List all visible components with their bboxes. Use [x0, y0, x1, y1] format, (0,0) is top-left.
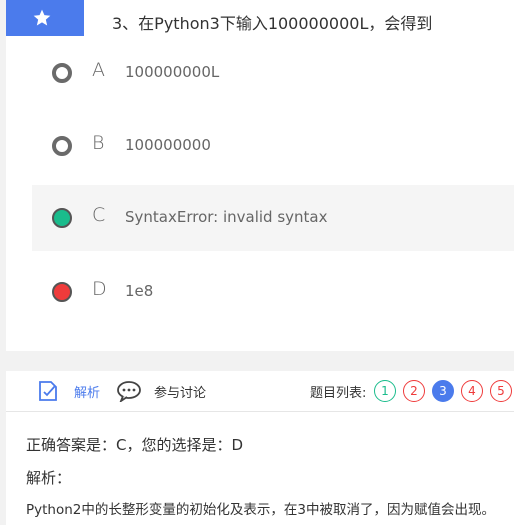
radio-a[interactable] [52, 63, 72, 83]
radio-c[interactable] [52, 208, 72, 228]
analysis-icon[interactable] [36, 379, 60, 407]
question-card: 3、在Python3下输入100000000L，会得到 A 100000000L… [6, 0, 514, 351]
panel-tabs: 解析 参与讨论 题目列表: 1 2 3 4 5 [6, 371, 514, 412]
option-b[interactable]: B 100000000 [32, 113, 514, 179]
analysis-heading: 解析： [26, 469, 72, 487]
option-text: 100000000L [125, 63, 220, 81]
answer-summary: 正确答案是：C，您的选择是：D [26, 436, 244, 454]
question-number-4[interactable]: 4 [461, 380, 483, 402]
favorite-tab[interactable] [6, 0, 84, 36]
option-d[interactable]: D 1e8 [32, 259, 514, 325]
star-icon[interactable] [32, 8, 52, 28]
question-number-5[interactable]: 5 [490, 380, 512, 402]
question-number-2[interactable]: 2 [403, 380, 425, 402]
option-a[interactable]: A 100000000L [32, 40, 514, 106]
option-letter: B [92, 132, 105, 154]
tab-discuss[interactable]: 参与讨论 [154, 382, 206, 401]
option-letter: D [92, 278, 107, 300]
option-letter: C [92, 204, 106, 226]
option-text: 1e8 [125, 282, 154, 300]
analysis-panel: 解析 参与讨论 题目列表: 1 2 3 4 5 正确答案是：C，您的选择是：D … [6, 371, 514, 525]
option-text: 100000000 [125, 136, 211, 154]
radio-b[interactable] [52, 136, 72, 156]
question-text: 3、在Python3下输入100000000L，会得到 [112, 14, 433, 33]
option-text: SyntaxError: invalid syntax [125, 208, 328, 226]
question-number-3[interactable]: 3 [432, 380, 454, 402]
analysis-text: Python2中的长整形变量的初始化及表示，在3中被取消了，因为赋值会出现。 [26, 502, 495, 518]
radio-d[interactable] [52, 282, 72, 302]
question-number-1[interactable]: 1 [374, 380, 396, 402]
chat-bubble-icon[interactable] [116, 380, 142, 406]
option-c[interactable]: C SyntaxError: invalid syntax [32, 185, 514, 251]
option-letter: A [92, 59, 105, 81]
tab-analysis[interactable]: 解析 [74, 382, 100, 401]
question-list-label: 题目列表: [310, 386, 367, 401]
